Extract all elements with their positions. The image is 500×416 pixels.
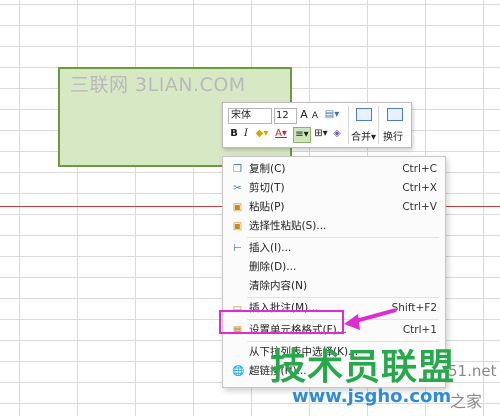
- annotation-arrow-icon: [344, 308, 397, 330]
- menu-item-copy[interactable]: ❐ 复制(C) Ctrl+C: [223, 160, 445, 179]
- menu-item-delete[interactable]: 删除(D)...: [223, 258, 445, 277]
- wrap-text-button[interactable]: 换行: [383, 128, 403, 143]
- toolbar-separator: [378, 106, 379, 144]
- site-logo-text: 技术员联盟: [270, 347, 456, 388]
- menu-separator: [247, 297, 439, 298]
- border-icon[interactable]: ⊞▾: [313, 127, 329, 141]
- font-color-icon[interactable]: A▾: [272, 127, 290, 141]
- hyperlink-icon: 🌐: [232, 366, 245, 377]
- menu-item-paste[interactable]: ▣ 粘贴(P) Ctrl+V: [223, 198, 445, 217]
- site-logo-side-top: 51.net: [448, 362, 497, 380]
- font-name-select[interactable]: 宋体: [228, 108, 272, 124]
- font-grow-button[interactable]: A: [299, 108, 309, 122]
- copy-icon: ❐: [233, 164, 242, 175]
- italic-button[interactable]: I: [241, 127, 251, 141]
- format-painter-icon[interactable]: ▤▾: [324, 108, 340, 122]
- wrap-text-icon[interactable]: [387, 108, 403, 121]
- merge-button[interactable]: 合并▾: [351, 128, 376, 143]
- toolbar-separator: [348, 106, 349, 144]
- mini-toolbar: 宋体 12 A A ▤▾ B I ◆▾ A▾ ≡▾ ⊞▾ ◈ 合并▾ 换行: [222, 102, 412, 148]
- align-center-icon[interactable]: ≡▾: [293, 127, 311, 143]
- bold-button[interactable]: B: [229, 127, 239, 141]
- menu-item-paste-special[interactable]: ▣ 选择性粘贴(S)...: [223, 217, 445, 236]
- site-logo-side-bottom: 之家: [450, 392, 483, 411]
- eraser-icon[interactable]: ◈: [331, 127, 343, 141]
- menu-item-clear-contents[interactable]: 清除内容(N): [223, 277, 445, 296]
- watermark-text: 三联网 3LIAN.COM: [70, 74, 246, 96]
- menu-separator: [247, 237, 439, 238]
- paste-icon: ▣: [232, 202, 243, 213]
- site-logo-url: www.jsgho.com: [292, 386, 452, 407]
- merge-icon[interactable]: [356, 108, 372, 121]
- scissors-icon: ✂: [233, 183, 242, 194]
- font-shrink-button[interactable]: A: [310, 109, 320, 123]
- menu-item-insert[interactable]: ⊢ 插入(I)...: [223, 239, 445, 258]
- insert-icon: ⊢: [233, 243, 242, 254]
- annotation-highlight-box: [219, 310, 344, 334]
- menu-item-cut[interactable]: ✂ 剪切(T) Ctrl+X: [223, 179, 445, 198]
- font-size-select[interactable]: 12: [274, 108, 297, 124]
- paste-special-icon: ▣: [232, 221, 243, 232]
- fill-color-icon[interactable]: ◆▾: [254, 127, 270, 141]
